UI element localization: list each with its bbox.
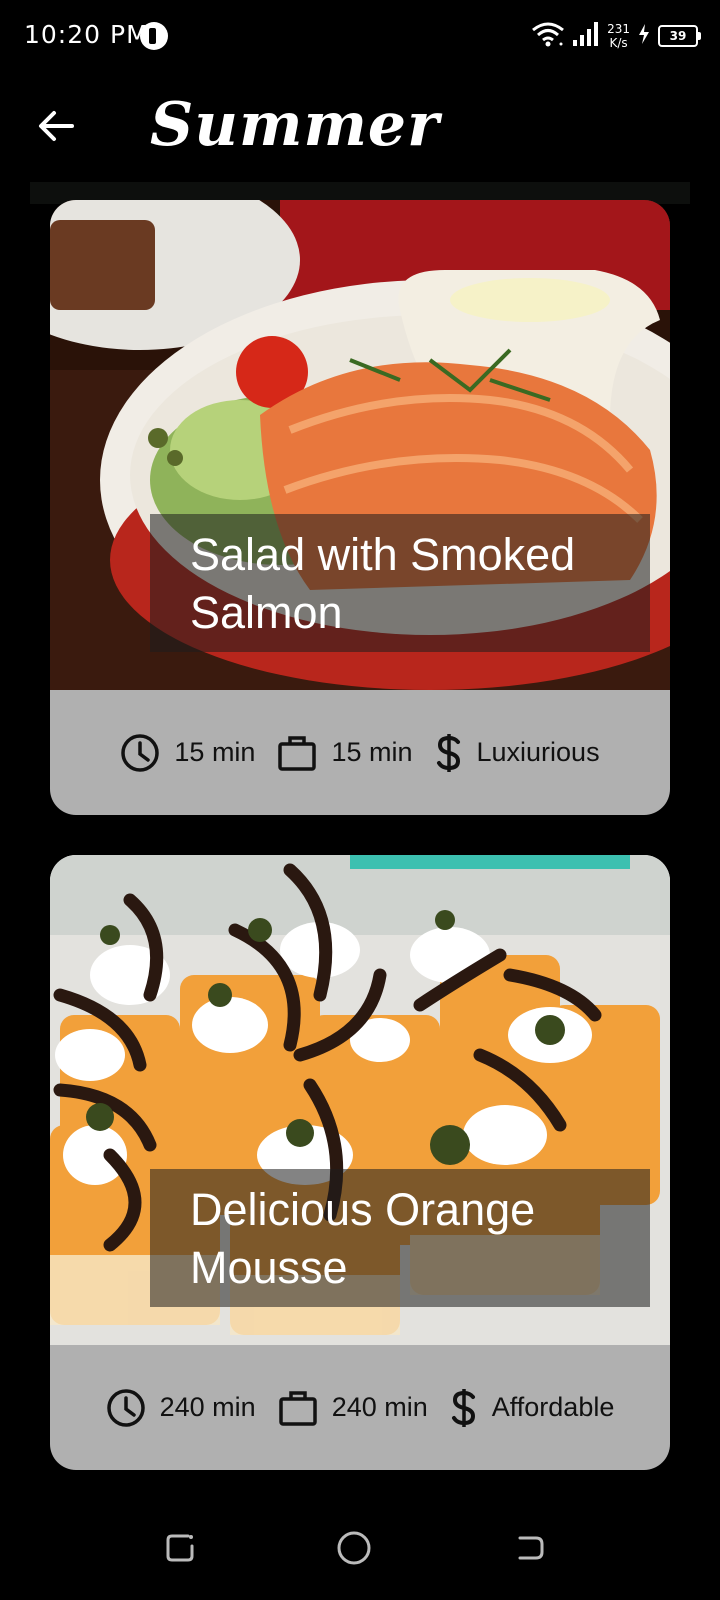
meal-title: Delicious Orange Mousse <box>190 1184 536 1293</box>
meal-title: Salad with Smoked Salmon <box>190 529 576 638</box>
battery-icon: 39 <box>658 25 701 47</box>
briefcase-icon <box>277 734 317 772</box>
notification-app-icon <box>140 22 168 50</box>
home-circle-icon <box>336 1530 372 1570</box>
meal-title-overlay: Delicious Orange Mousse <box>150 1169 650 1307</box>
meal-title-overlay: Salad with Smoked Salmon <box>150 514 650 652</box>
meal-meta-row: 240 min 240 min Affordable <box>50 1345 670 1470</box>
meal-card-mousse[interactable]: Delicious Orange Mousse 240 min 240 min … <box>50 855 670 1470</box>
arrow-left-icon <box>38 110 74 146</box>
netspeed-value: 231 <box>607 22 630 36</box>
recent-apps-button[interactable] <box>160 1530 200 1570</box>
back-nav-button[interactable] <box>510 1530 550 1570</box>
back-button[interactable] <box>30 102 82 154</box>
briefcase-icon <box>278 1389 318 1427</box>
network-speed: 231 K/s <box>607 22 630 50</box>
complexity-text: 15 min <box>331 737 413 767</box>
back-nav-icon <box>514 1532 546 1568</box>
complexity-meta: 15 min <box>277 734 413 772</box>
affordability-meta: Luxiurious <box>435 732 600 774</box>
dollar-icon <box>450 1387 478 1429</box>
page-title: Summer <box>150 90 440 160</box>
charging-icon <box>638 24 650 48</box>
complexity-meta: 240 min <box>278 1389 428 1427</box>
complexity-text: 240 min <box>331 1392 428 1422</box>
signal-icon <box>573 22 599 50</box>
affordability-text: Luxiurious <box>476 737 600 767</box>
app-bar: Summer <box>0 72 720 182</box>
clock-icon <box>120 733 160 773</box>
duration-meta: 15 min <box>120 733 255 773</box>
wifi-icon <box>531 21 565 51</box>
affordability-meta: Affordable <box>450 1387 615 1429</box>
affordability-text: Affordable <box>491 1392 615 1422</box>
meal-card-salmon[interactable]: Salad with Smoked Salmon 15 min 15 min L… <box>50 200 670 815</box>
clock-icon <box>106 1388 146 1428</box>
duration-text: 15 min <box>174 737 256 767</box>
home-button[interactable] <box>334 1530 374 1570</box>
recent-apps-icon <box>164 1532 196 1568</box>
status-bar: 10:20 PM 231 K/s 39 <box>0 0 720 72</box>
netspeed-unit: K/s <box>609 36 628 50</box>
meal-meta-row: 15 min 15 min Luxiurious <box>50 690 670 815</box>
status-indicators: 231 K/s 39 <box>531 16 701 56</box>
system-nav-bar <box>0 1500 720 1600</box>
status-time: 10:20 PM <box>24 20 149 49</box>
duration-meta: 240 min <box>106 1388 256 1428</box>
dollar-icon <box>435 732 463 774</box>
duration-text: 240 min <box>159 1392 256 1422</box>
